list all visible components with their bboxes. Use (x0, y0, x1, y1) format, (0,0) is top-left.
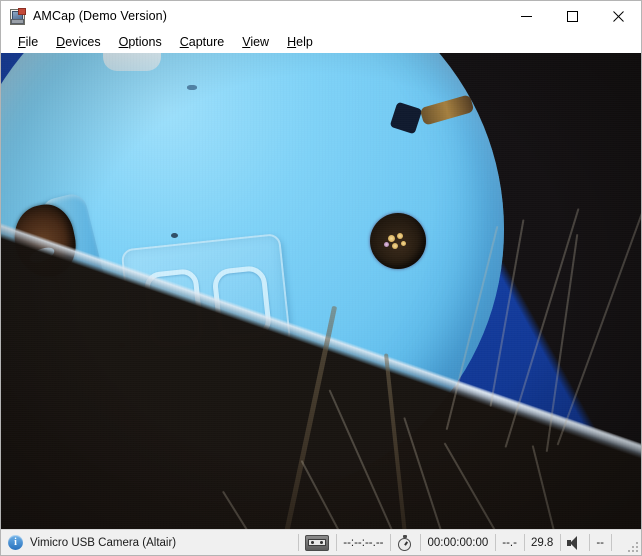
status-audio-level: -- (596, 536, 604, 549)
menu-devices[interactable]: Devices (47, 33, 109, 51)
maximize-button[interactable] (549, 1, 595, 31)
speaker-icon (567, 535, 582, 550)
menu-bar: File Devices Options Capture View Help (1, 31, 641, 53)
menu-help[interactable]: Help (278, 33, 322, 51)
status-frame-rate: 29.8 (530, 536, 554, 549)
title-bar[interactable]: AMCap (Demo Version) (1, 1, 641, 31)
menu-capture-accesskey: C (179, 35, 189, 49)
info-icon: i (8, 535, 23, 550)
menu-view-label: iew (250, 35, 270, 49)
menu-options[interactable]: Options (110, 33, 171, 51)
status-bar: i Vimicro USB Camera (Altair) --:--:--.-… (1, 529, 641, 555)
status-elapsed-time: 00:00:00:00 (427, 536, 489, 549)
close-button[interactable] (595, 1, 641, 31)
menu-view[interactable]: View (233, 33, 278, 51)
menu-capture-label: apture (188, 35, 225, 49)
status-framerate-pane: 29.8 (523, 530, 560, 555)
menu-options-label: ptions (128, 35, 162, 49)
minimize-button[interactable] (503, 1, 549, 31)
stopwatch-icon (397, 534, 413, 551)
menu-options-accesskey: O (118, 35, 129, 49)
video-preview[interactable] (1, 53, 641, 529)
window-controls (503, 1, 641, 31)
status-capture-time-pane: --:--:--.-- (336, 530, 390, 555)
lens-vignette (1, 53, 641, 529)
status-dropped-pane: --.- (495, 530, 524, 555)
menu-devices-label: evices (65, 35, 101, 49)
status-capture-time: --:--:--.-- (343, 536, 384, 549)
maximize-icon (566, 10, 578, 22)
camera-frame (1, 53, 641, 529)
status-device-name: Vimicro USB Camera (Altair) (30, 536, 177, 549)
menu-capture[interactable]: Capture (171, 33, 233, 51)
amcap-window: AMCap (Demo Version) File Devices Option… (0, 0, 642, 556)
menu-file-label: ile (25, 35, 39, 49)
cassette-tape-icon (305, 534, 330, 551)
menu-file[interactable]: File (9, 33, 47, 51)
resize-grip-icon[interactable] (611, 530, 641, 555)
capture-card-icon (9, 8, 26, 25)
minimize-icon (520, 15, 532, 17)
close-icon (612, 10, 624, 22)
status-elapsed-pane: 00:00:00:00 (420, 530, 495, 555)
status-device-pane: i Vimicro USB Camera (Altair) (1, 530, 298, 555)
status-timer-pane (390, 530, 420, 555)
menu-file-accesskey: F (18, 35, 26, 49)
menu-help-accesskey: H (287, 35, 297, 49)
menu-help-label: elp (296, 35, 313, 49)
menu-devices-accesskey: D (56, 35, 66, 49)
window-title: AMCap (Demo Version) (33, 9, 167, 23)
status-capture-pane (298, 530, 336, 555)
status-audio-pane (560, 530, 589, 555)
status-dropped-frames: --.- (502, 536, 517, 549)
status-audio-level-pane: -- (589, 530, 611, 555)
